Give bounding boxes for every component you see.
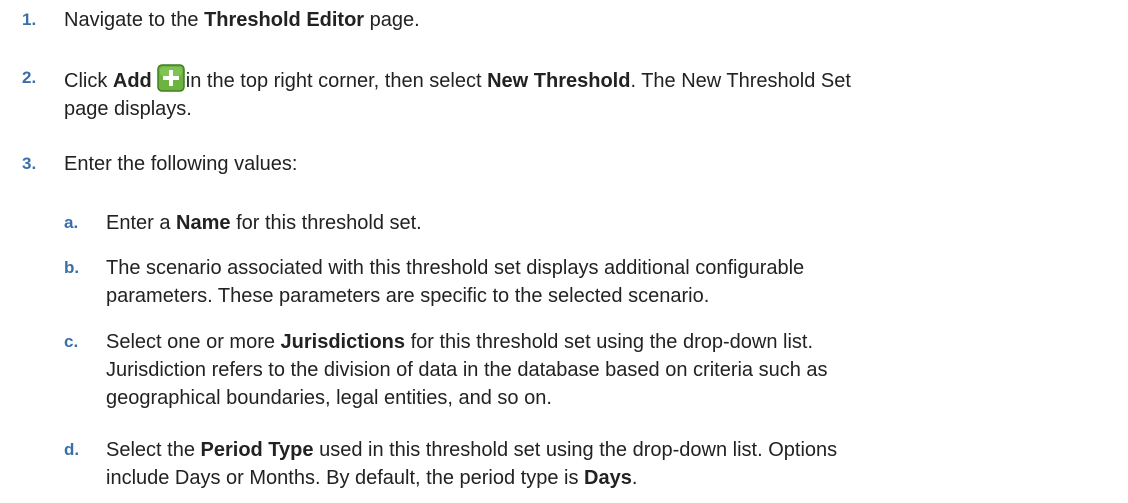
step-text: Click Add in the top right corner, then s… bbox=[64, 64, 851, 95]
substep-d: d. Select the Period Type used in this t… bbox=[64, 436, 837, 492]
substep-letter: a. bbox=[64, 213, 79, 232]
ui-term-jurisdictions: Jurisdictions bbox=[280, 331, 406, 353]
step-text-line2: page displays. bbox=[64, 98, 192, 120]
ui-term-days: Days bbox=[584, 467, 632, 489]
instruction-document: 1. Navigate to the Threshold Editor page… bbox=[0, 0, 1128, 503]
step-1: 1. Navigate to the Threshold Editor page… bbox=[22, 6, 420, 34]
step-text: Enter the following values: bbox=[64, 153, 298, 175]
substep-text-line3: geographical boundaries, legal entities,… bbox=[106, 387, 552, 409]
ui-term-period-type: Period Type bbox=[200, 439, 314, 461]
substep-letter: c. bbox=[64, 332, 79, 351]
step-number: 3. bbox=[22, 154, 37, 173]
substep-text-line2: include Days or Months. By default, the … bbox=[106, 467, 638, 489]
substep-letter: b. bbox=[64, 258, 80, 277]
ui-term-threshold-editor: Threshold Editor bbox=[204, 9, 365, 31]
ui-term-add: Add bbox=[112, 70, 152, 92]
substep-c: c. Select one or more Jurisdictions for … bbox=[64, 328, 828, 412]
step-3: 3. Enter the following values: bbox=[22, 150, 297, 178]
substep-text: Select the Period Type used in this thre… bbox=[106, 439, 838, 461]
substep-text: Enter a Name for this threshold set. bbox=[106, 212, 422, 234]
substep-text-line2: parameters. These parameters are specifi… bbox=[106, 285, 710, 307]
step-2: 2. Click Add in the top right corner, the… bbox=[22, 64, 851, 123]
step-number: 1. bbox=[22, 10, 37, 29]
ui-term-name: Name bbox=[176, 212, 231, 234]
substep-b: b. The scenario associated with this thr… bbox=[64, 254, 804, 310]
substep-text: Select one or more Jurisdictions for thi… bbox=[106, 331, 814, 353]
substep-a: a. Enter a Name for this threshold set. bbox=[64, 209, 422, 237]
step-text: Navigate to the Threshold Editor page. bbox=[64, 9, 420, 31]
ui-term-new-threshold: New Threshold bbox=[487, 70, 631, 92]
substep-letter: d. bbox=[64, 440, 80, 459]
step-number: 2. bbox=[22, 68, 37, 87]
add-plus-icon bbox=[157, 64, 185, 92]
substep-text: The scenario associated with this thresh… bbox=[106, 257, 805, 279]
substep-text-line2: Jurisdiction refers to the division of d… bbox=[106, 359, 828, 381]
